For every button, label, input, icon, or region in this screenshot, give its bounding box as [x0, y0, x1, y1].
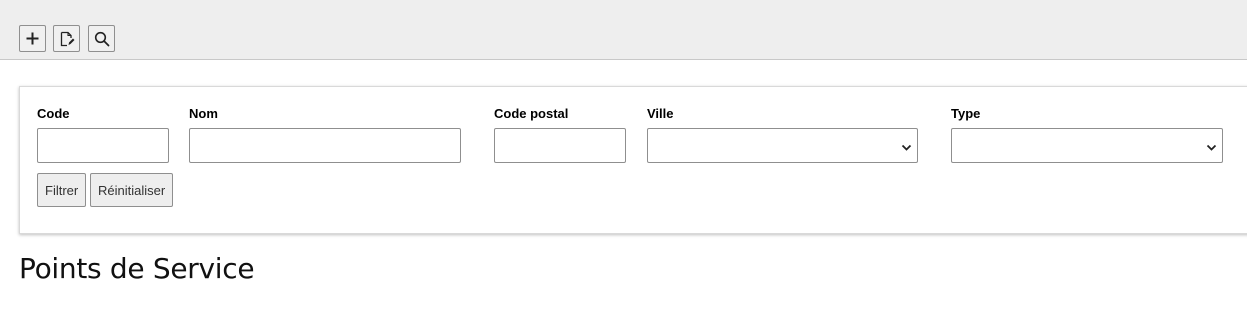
reset-button[interactable]: Réinitialiser: [90, 173, 174, 207]
edit-button[interactable]: [53, 25, 80, 52]
add-button[interactable]: [19, 25, 46, 52]
code-postal-input[interactable]: [494, 128, 626, 163]
plus-icon: [26, 32, 39, 45]
chevron-down-icon: [1206, 140, 1217, 158]
code-input[interactable]: [37, 128, 169, 163]
chevron-down-icon: [901, 140, 912, 158]
search-button[interactable]: [88, 25, 115, 52]
ville-select[interactable]: [647, 128, 918, 163]
nom-label: Nom: [189, 106, 218, 121]
filter-button[interactable]: Filtrer: [37, 173, 87, 207]
toolbar: [0, 0, 1247, 60]
search-icon: [94, 31, 110, 47]
filter-panel: Code Nom Code postal Ville Type Filtrer …: [19, 86, 1247, 234]
edit-document-icon: [59, 31, 75, 47]
type-select[interactable]: [951, 128, 1223, 163]
type-label: Type: [951, 106, 981, 121]
code-label: Code: [37, 106, 70, 121]
page-title: Points de Service: [19, 252, 255, 285]
nom-input[interactable]: [189, 128, 461, 163]
code-postal-label: Code postal: [494, 106, 569, 121]
ville-label: Ville: [647, 106, 674, 121]
